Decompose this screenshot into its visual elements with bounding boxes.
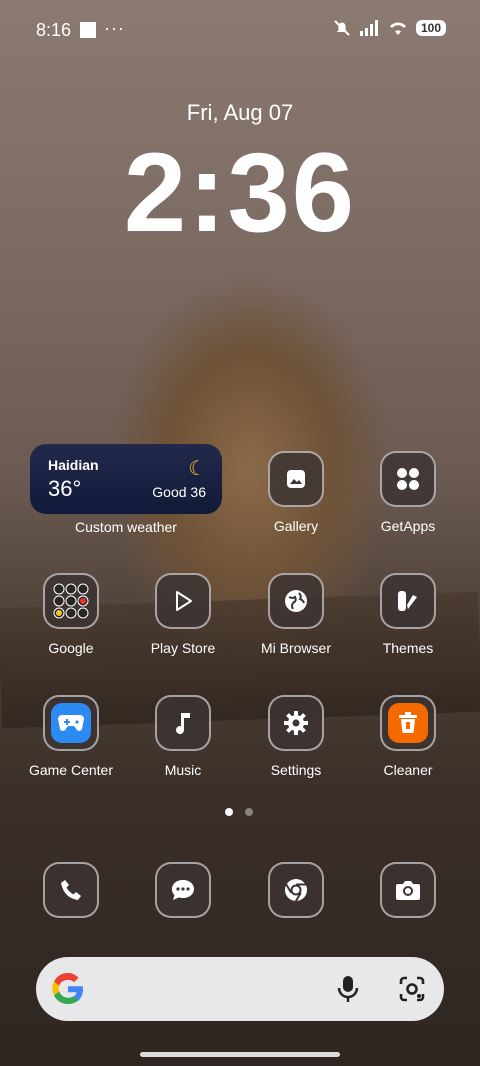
wifi-icon <box>389 22 406 35</box>
dock-phone[interactable] <box>15 862 127 918</box>
app-game-center[interactable]: Game Center <box>15 695 127 778</box>
play-store-tile <box>155 573 211 629</box>
google-folder-icon <box>53 583 89 619</box>
camera-icon <box>396 881 420 900</box>
music-tile <box>155 695 211 751</box>
messages-tile <box>155 862 211 918</box>
lock-clock: 2:36 <box>123 130 357 255</box>
music-label: Music <box>164 762 202 778</box>
weather-city: Haidian <box>48 457 99 473</box>
cleaner-badge <box>388 703 428 743</box>
lock-date: Fri, Aug 07 <box>186 100 294 125</box>
cleaner-tile <box>380 695 436 751</box>
mi-browser-label: Mi Browser <box>260 640 331 656</box>
google-search-bar[interactable] <box>36 957 444 1021</box>
chrome-icon <box>285 879 307 902</box>
home-indicator[interactable] <box>140 1052 340 1057</box>
game-center-label: Game Center <box>28 762 114 778</box>
dock-messages[interactable] <box>127 862 239 918</box>
gear-icon <box>284 711 308 735</box>
page-dot-active <box>225 808 233 816</box>
phone-icon <box>61 880 81 900</box>
settings-label: Settings <box>270 762 322 778</box>
moon-icon: ☾ <box>188 458 206 480</box>
weather-widget[interactable]: Haidian 36° ☾ Good 36 <box>30 444 222 514</box>
themes-tile <box>380 573 436 629</box>
google-folder-tile <box>43 573 99 629</box>
music-note-icon <box>176 713 190 735</box>
play-store-icon <box>176 591 192 611</box>
gallery-label: Gallery <box>273 518 319 534</box>
game-center-tile <box>43 695 99 751</box>
weather-temp: 36° <box>48 476 82 501</box>
weather-widget-label-wrap: Custom weather <box>70 519 182 535</box>
weather-widget-label: Custom weather <box>75 519 177 535</box>
gamepad-icon <box>58 715 84 731</box>
signal-icon <box>359 20 378 36</box>
dock-chrome[interactable] <box>240 862 352 918</box>
weather-air-quality: Good 36 <box>152 484 206 500</box>
chrome-tile <box>268 862 324 918</box>
play-store-label: Play Store <box>150 640 216 656</box>
gallery-icon <box>287 470 305 488</box>
notification-icon <box>80 22 96 38</box>
gallery-tile <box>268 451 324 507</box>
getapps-icon <box>397 468 419 490</box>
status-bar: 8:16 ··· 100 <box>0 0 480 60</box>
battery-icon: 100 <box>415 20 446 36</box>
mi-browser-tile <box>268 573 324 629</box>
getapps-tile <box>380 451 436 507</box>
game-center-badge <box>51 703 91 743</box>
app-gallery[interactable]: Gallery <box>240 451 352 534</box>
app-settings[interactable]: Settings <box>240 695 352 778</box>
themes-label: Themes <box>382 640 434 656</box>
app-mi-browser[interactable]: Mi Browser <box>240 573 352 656</box>
message-icon <box>172 880 194 900</box>
google-label: Google <box>48 640 94 656</box>
app-getapps[interactable]: GetApps <box>352 451 464 534</box>
camera-tile <box>380 862 436 918</box>
google-g-icon <box>52 972 83 1005</box>
themes-icon <box>398 591 417 611</box>
lens-icon[interactable] <box>398 975 426 1003</box>
app-cleaner[interactable]: Cleaner <box>352 695 464 778</box>
dock-camera[interactable] <box>352 862 464 918</box>
app-play-store[interactable]: Play Store <box>127 573 239 656</box>
getapps-label: GetApps <box>380 518 436 534</box>
settings-tile <box>268 695 324 751</box>
silent-icon <box>334 20 350 36</box>
more-notifications-icon: ··· <box>104 18 125 38</box>
page-indicator <box>225 808 253 816</box>
cleaner-label: Cleaner <box>383 762 433 778</box>
status-time: 8:16 <box>36 20 72 40</box>
page-dot <box>245 808 253 816</box>
app-themes[interactable]: Themes <box>352 573 464 656</box>
trash-icon <box>399 712 417 733</box>
app-google-folder[interactable]: Google <box>15 573 127 656</box>
phone-tile <box>43 862 99 918</box>
mic-icon[interactable] <box>336 975 360 1003</box>
app-music[interactable]: Music <box>127 695 239 778</box>
globe-icon <box>285 590 307 612</box>
